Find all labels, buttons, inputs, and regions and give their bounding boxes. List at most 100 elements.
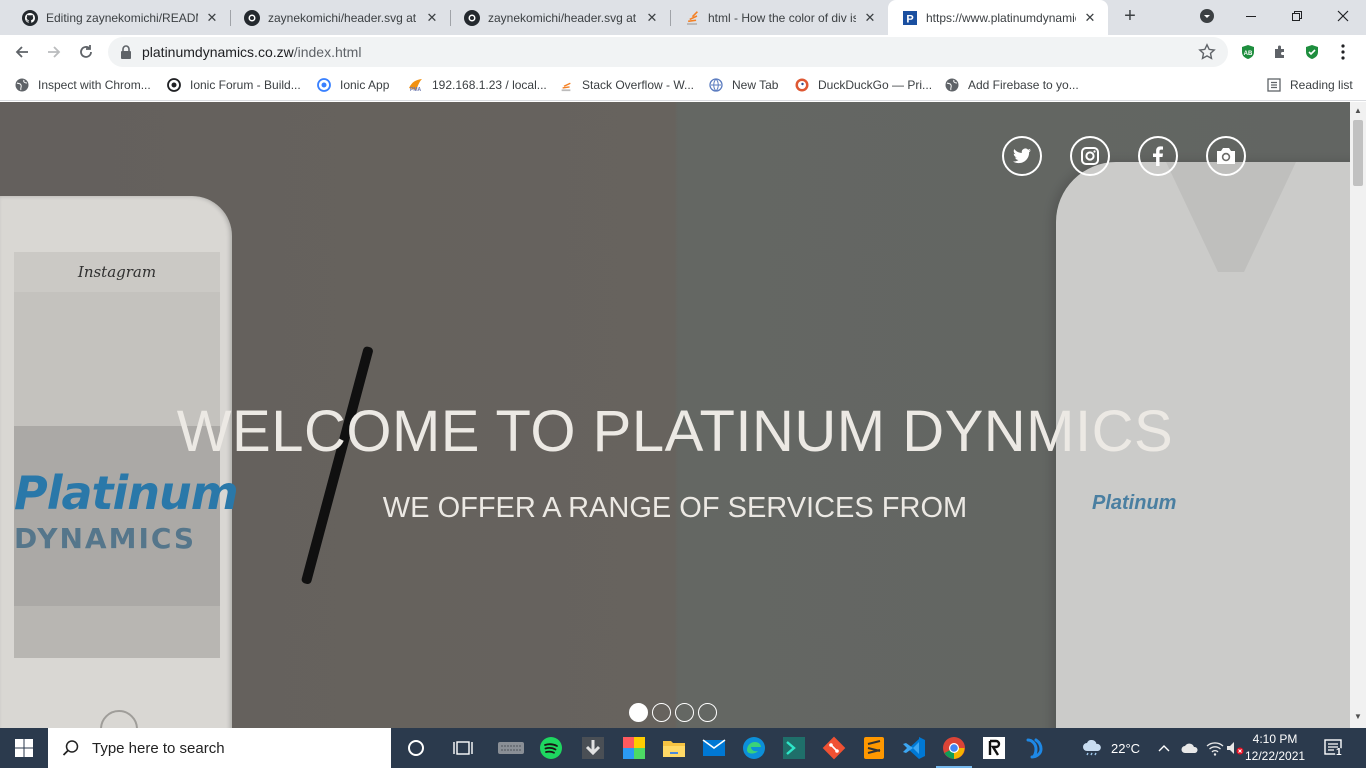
- forward-button[interactable]: [40, 38, 68, 66]
- windows-logo-icon: [15, 739, 33, 757]
- mail-icon[interactable]: [700, 734, 728, 762]
- close-icon[interactable]: ✕: [424, 10, 440, 26]
- onedrive-icon[interactable]: [1181, 728, 1199, 768]
- bookmark-inspect[interactable]: Inspect with Chrom...: [14, 76, 151, 94]
- file-explorer-icon[interactable]: [660, 734, 688, 762]
- close-icon[interactable]: ✕: [862, 10, 878, 26]
- sublime-text-icon[interactable]: [860, 734, 888, 762]
- new-tab-button[interactable]: +: [1118, 5, 1142, 29]
- bookmark-label: New Tab: [732, 78, 779, 92]
- bookmark-label: Inspect with Chrom...: [38, 78, 151, 92]
- terminal-app-icon[interactable]: [780, 734, 808, 762]
- bookmark-phpmyadmin[interactable]: PMA 192.168.1.23 / local...: [408, 76, 547, 94]
- bookmark-firebase[interactable]: Add Firebase to yo...: [944, 76, 1079, 94]
- newtab-icon: [708, 77, 724, 93]
- twitter-icon[interactable]: [1002, 136, 1042, 176]
- start-button[interactable]: [0, 728, 48, 768]
- ionic-app-icon: [316, 77, 332, 93]
- scroll-up-arrow-icon[interactable]: ▲: [1354, 106, 1362, 115]
- r-app-icon[interactable]: [980, 734, 1008, 762]
- carousel-dot-3[interactable]: [675, 703, 694, 722]
- page-scrollbar[interactable]: ▲ ▼: [1350, 102, 1366, 728]
- svg-text:PMA: PMA: [410, 87, 422, 92]
- shield-check-icon[interactable]: [1303, 43, 1321, 61]
- scroll-down-arrow-icon[interactable]: ▼: [1354, 712, 1362, 721]
- chevron-up-icon: [1158, 745, 1170, 752]
- hero-subline: WE OFFER A RANGE OF SERVICES FROM: [382, 492, 968, 524]
- hero-headline: WELCOME TO PLATINUM DYNMICS: [176, 399, 1174, 464]
- tab-title: html - How the color of div is: [708, 10, 856, 25]
- carousel-dot-4[interactable]: [698, 703, 717, 722]
- tab-stackoverflow[interactable]: html - How the color of div is ✕: [670, 0, 888, 35]
- menu-kebab-icon[interactable]: [1334, 43, 1352, 61]
- extensions-puzzle-icon[interactable]: [1271, 43, 1289, 61]
- lock-icon[interactable]: [120, 45, 132, 64]
- weather-widget[interactable]: 22°C: [1081, 728, 1140, 768]
- show-hidden-icons[interactable]: [1158, 728, 1170, 768]
- bookmark-new-tab[interactable]: New Tab: [708, 76, 778, 94]
- search-placeholder: Type here to search: [92, 739, 225, 757]
- tab-search-button[interactable]: [1184, 0, 1230, 32]
- bookmark-label: 192.168.1.23 / local...: [432, 78, 547, 92]
- github-icon: [464, 9, 480, 26]
- color-app-icon[interactable]: [620, 734, 648, 762]
- chrome-icon[interactable]: [940, 734, 968, 762]
- git-icon[interactable]: [820, 734, 848, 762]
- facebook-icon[interactable]: [1138, 136, 1178, 176]
- tab-title: zaynekomichi/header.svg at main: [488, 10, 638, 25]
- close-icon[interactable]: ✕: [204, 10, 220, 26]
- pma-icon: PMA: [408, 77, 424, 93]
- taskbar-search-box[interactable]: Type here to search: [48, 728, 391, 768]
- bookmark-star-icon[interactable]: [1198, 43, 1216, 66]
- system-clock[interactable]: 4:10 PM 12/22/2021: [1245, 731, 1305, 765]
- reading-list-button[interactable]: Reading list: [1266, 76, 1353, 94]
- bookmark-label: Stack Overflow - W...: [582, 78, 695, 92]
- reading-list-icon: [1266, 77, 1282, 93]
- bookmark-label: Ionic Forum - Build...: [190, 78, 301, 92]
- spotify-icon[interactable]: [537, 734, 565, 762]
- bookmark-duckduckgo[interactable]: DuckDuckGo — Pri...: [794, 76, 932, 94]
- stackoverflow-icon: [684, 10, 700, 26]
- volume-muted-icon[interactable]: [1226, 728, 1244, 768]
- ionic-icon: [166, 77, 182, 93]
- tab-readme[interactable]: Editing zaynekomichi/README.md ✕: [8, 0, 230, 35]
- notification-count: 1: [1336, 747, 1342, 758]
- tab-header-svg-1[interactable]: zaynekomichi/header.svg at main ✕: [230, 0, 450, 35]
- address-bar[interactable]: platinumdynamics.co.zw/index.html: [108, 37, 1228, 67]
- download-manager-icon[interactable]: [579, 734, 607, 762]
- tab-header-svg-2[interactable]: zaynekomichi/header.svg at main ✕: [450, 0, 670, 35]
- camera-icon[interactable]: [1206, 136, 1246, 176]
- cortana-icon[interactable]: [402, 734, 430, 762]
- edge-icon[interactable]: [740, 734, 768, 762]
- reload-button[interactable]: [72, 38, 100, 66]
- blue-app-icon[interactable]: [1020, 734, 1048, 762]
- carousel-dot-1[interactable]: [629, 703, 648, 722]
- close-icon[interactable]: ✕: [644, 10, 660, 26]
- instagram-icon[interactable]: [1070, 136, 1110, 176]
- keyboard-app-icon[interactable]: [497, 734, 525, 762]
- wifi-icon[interactable]: [1206, 728, 1224, 768]
- carousel-dot-2[interactable]: [652, 703, 671, 722]
- tab-title: zaynekomichi/header.svg at main: [268, 10, 418, 25]
- globe-icon: [944, 77, 960, 93]
- scrollbar-thumb[interactable]: [1353, 120, 1363, 186]
- github-icon: [244, 9, 260, 26]
- tab-title: Editing zaynekomichi/README.md: [46, 10, 198, 25]
- minimize-button[interactable]: [1228, 0, 1274, 32]
- vscode-icon[interactable]: [900, 734, 928, 762]
- bookmark-ionic-forum[interactable]: Ionic Forum - Build...: [166, 76, 301, 94]
- notifications-button[interactable]: 1: [1323, 728, 1345, 768]
- search-icon: [62, 740, 79, 756]
- tab-platinumdynamics[interactable]: P https://www.platinumdynamics ✕: [888, 0, 1108, 35]
- close-icon[interactable]: ✕: [1082, 10, 1098, 26]
- globe-icon: [14, 77, 30, 93]
- clock-date: 12/22/2021: [1245, 749, 1306, 763]
- task-view-icon[interactable]: [449, 734, 477, 762]
- close-window-button[interactable]: [1320, 0, 1366, 32]
- adblock-extension-icon[interactable]: AB: [1239, 43, 1257, 61]
- windows-taskbar: Type here to search 22°C 4:10 PM 12/22/2…: [0, 728, 1366, 768]
- bookmark-stackoverflow[interactable]: Stack Overflow - W...: [558, 76, 694, 94]
- restore-button[interactable]: [1274, 0, 1320, 32]
- back-button[interactable]: [8, 38, 36, 66]
- bookmark-ionic-app[interactable]: Ionic App: [316, 76, 389, 94]
